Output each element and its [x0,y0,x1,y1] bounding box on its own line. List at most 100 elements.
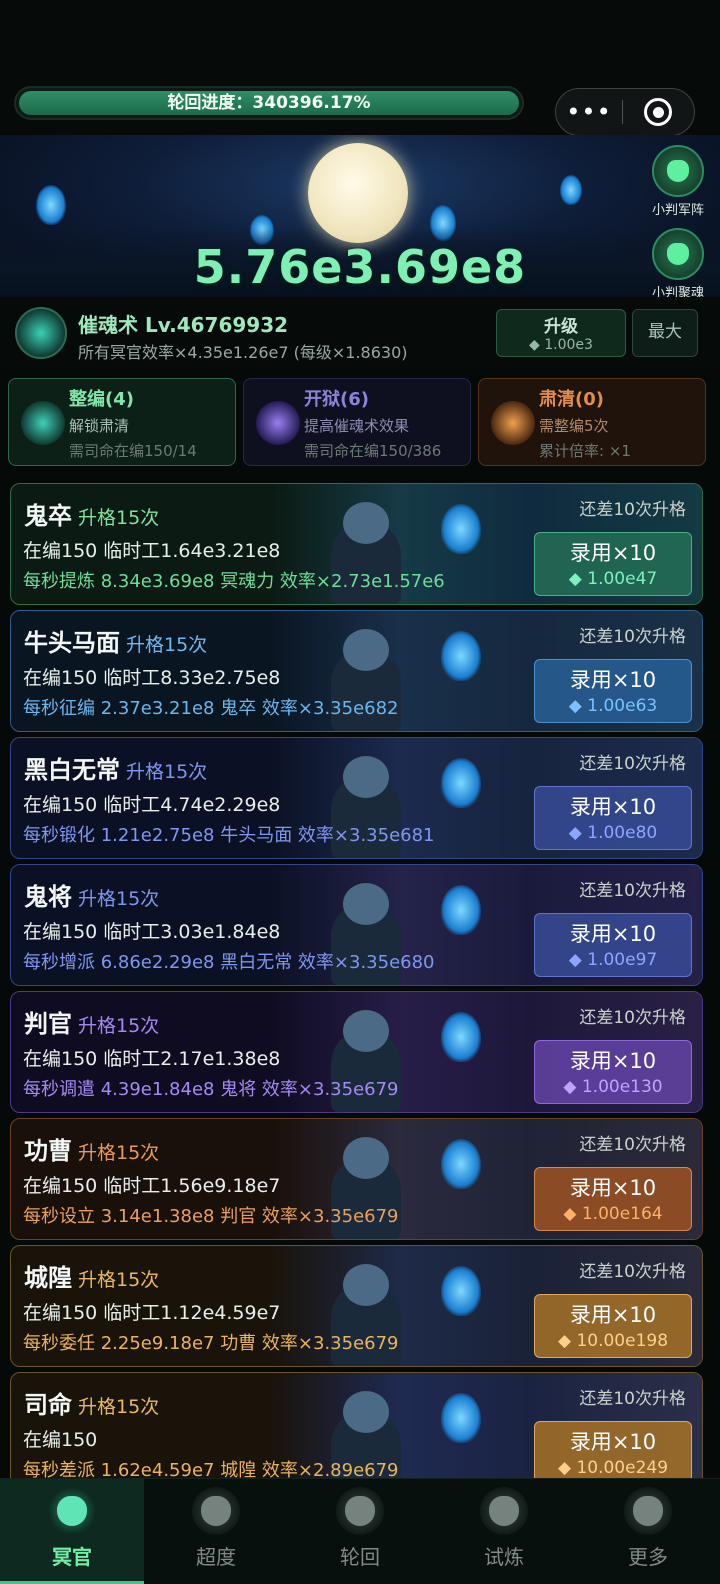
hire-x10-button[interactable]: 录用×10 ◆ 1.00e63 [534,659,692,723]
blue-flame-decoration [441,885,481,935]
unit-name: 黑白无常 升格15次 [24,756,208,784]
nav-label: 冥官 [52,1545,92,1569]
card-title: 开狱(6) [304,389,369,410]
purge-card[interactable]: 肃清(0) 需整编5次 累计倍率: ×1 [478,378,706,466]
unit-rank: 升格15次 [126,634,208,656]
salvation-icon [192,1487,240,1535]
formation-icon [652,145,704,197]
hire-cost: ◆ 10.00e249 [557,1458,669,1478]
unit-row: 黑白无常 升格15次 在编150 临时工4.74e2.29e8 每秒锻化 1.21e2… [10,737,703,859]
upgrade-remaining: 还差10次升格 [579,500,686,520]
hire-x10-button[interactable]: 录用×10 ◆ 1.00e164 [534,1167,692,1231]
hire-label: 录用×10 [569,795,657,819]
unit-row: 司命 升格15次 在编150 每秒差派 1.62e4.59e7 城隍 效率×2.89e… [10,1372,703,1494]
nav-label: 超度 [196,1545,236,1569]
nav-tab-officers[interactable]: 冥官 [0,1479,144,1584]
unit-name: 鬼将 升格15次 [24,883,160,911]
hero-banner: 5.76e3.69e8 [0,135,720,297]
character-head [343,1391,389,1433]
side-button-soul-gather[interactable]: 小判聚魂 [640,228,716,301]
hire-cost: ◆ 1.00e47 [568,569,658,589]
hire-x10-button[interactable]: 录用×10 ◆ 10.00e198 [534,1294,692,1358]
blue-flame-decoration [441,1012,481,1062]
character-head [343,629,389,671]
progress-label: 轮回进度：340396.17% [167,93,371,113]
unit-rank: 升格15次 [78,1142,160,1164]
unit-row: 鬼将 升格15次在编150 临时工3.03e1.84e8 每秒增派 6.86e2.2… [10,864,703,986]
unit-production-rate: 每秒增派 6.86e2.29e8 黑白无常 效率×3.35e680 [23,952,435,973]
unit-staff: 在编150 临时工3.03e1.84e8 [23,921,281,943]
hire-cost: ◆ 1.00e164 [563,1204,663,1224]
blue-flame-decoration [441,1139,481,1189]
unit-name: 判官 升格15次 [24,1010,160,1038]
unit-staff: 在编150 临时工2.17e1.38e8 [23,1048,281,1070]
nav-tab-salvation[interactable]: 超度 [144,1479,288,1584]
nav-tab-more[interactable]: 更多 [576,1479,720,1584]
nav-tab-trial[interactable]: 试炼 [432,1479,576,1584]
card-requirement: 需司命在编150/386 [304,442,442,460]
blue-flame-decoration [441,1266,481,1316]
hire-x10-button[interactable]: 录用×10 ◆ 1.00e130 [534,1040,692,1104]
nav-tab-reincarnation[interactable]: 轮回 [288,1479,432,1584]
max-upgrade-button[interactable]: 最大 [632,309,698,357]
close-mini-program-button[interactable] [623,98,693,126]
soul-gather-icon [652,228,704,280]
unit-staff: 在编150 临时工1.12e4.59e7 [23,1302,281,1324]
unit-row: 判官 升格15次 在编150 临时工2.17e1.38e8 每秒调遣 4.39e1.8… [10,991,703,1113]
open-prison-card[interactable]: 开狱(6) 提高催魂术效果 需司命在编150/386 [243,378,471,466]
blue-flame-decoration [441,1393,481,1443]
unit-row: 城隍 升格15次 在编150 临时工1.12e4.59e7 每秒委任 2.25e9.1… [10,1245,703,1367]
card-requirement: 累计倍率: ×1 [539,442,631,460]
unit-name: 鬼卒 升格15次 [24,502,160,530]
card-title: 肃清(0) [539,389,604,410]
character-head [343,756,389,798]
upgrade-remaining: 还差10次升格 [579,1135,686,1155]
hire-label: 录用×10 [569,922,657,946]
upgrade-remaining: 还差10次升格 [579,1008,686,1028]
blue-flame-decoration [441,631,481,681]
unit-rank: 升格15次 [126,761,208,783]
more-menu-button[interactable]: ••• [556,92,622,132]
moon [308,143,408,243]
target-icon [644,98,672,126]
hire-label: 录用×10 [569,1303,657,1327]
character-head [343,1137,389,1179]
soul-power-total: 5.76e3.69e8 [193,240,527,294]
side-button-formation[interactable]: 小判军阵 [640,145,716,218]
card-line: 需整编5次 [539,417,609,435]
trial-icon [480,1487,528,1535]
unit-production-rate: 每秒委任 2.25e9.18e7 功曹 效率×3.35e679 [23,1333,399,1354]
unit-rank: 升格15次 [78,1015,160,1037]
nav-label: 更多 [628,1545,668,1569]
upgrade-label: 升级 [544,317,578,337]
unit-production-rate: 每秒锻化 1.21e2.75e8 牛头马面 效率×3.35e681 [23,825,435,846]
unit-row: 鬼卒 升格15次 在编150 临时工1.64e3.21e8 每秒提炼 8.34e3.6… [10,483,703,605]
character-head [343,1264,389,1306]
blue-flame-decoration [560,175,582,205]
upgrade-remaining: 还差10次升格 [579,754,686,774]
hire-x10-button[interactable]: 录用×10 ◆ 1.00e97 [534,913,692,977]
character-head [343,883,389,925]
skill-description: 所有冥官效率×4.35e1.26e7 (每级×1.8630) [78,343,408,362]
reorganize-card[interactable]: 整编(4) 解锁肃清 需司命在编150/14 [8,378,236,466]
blue-flame-decoration [36,185,66,225]
hire-x10-button[interactable]: 录用×10 ◆ 1.00e47 [534,532,692,596]
upgrade-remaining: 还差10次升格 [579,1262,686,1282]
blue-flame-decoration [441,504,481,554]
unit-rank: 升格15次 [78,888,160,910]
card-title: 整编(4) [69,389,134,410]
unit-staff: 在编150 临时工8.33e2.75e8 [23,667,281,689]
hire-label: 录用×10 [569,668,657,692]
side-button-label: 小判军阵 [651,203,704,218]
unit-rank: 升格15次 [78,1269,160,1291]
hire-x10-button[interactable]: 录用×10 ◆ 10.00e249 [534,1421,692,1485]
unit-rank: 升格15次 [78,507,160,529]
upgrade-skill-button[interactable]: 升级 ◆ 1.00e3 [496,309,626,357]
bottom-nav: 冥官 超度 轮回 试炼 更多 [0,1478,720,1584]
unit-production-rate: 每秒征编 2.37e3.21e8 鬼卒 效率×3.35e682 [23,698,399,719]
reincarnation-icon [336,1487,384,1535]
unit-row: 牛头马面 升格15次 在编150 临时工8.33e2.75e8 每秒征编 2.37e3… [10,610,703,732]
top-bar: 轮回进度：340396.17% ••• [0,0,720,136]
hire-label: 录用×10 [569,1430,657,1454]
hire-x10-button[interactable]: 录用×10 ◆ 1.00e80 [534,786,692,850]
